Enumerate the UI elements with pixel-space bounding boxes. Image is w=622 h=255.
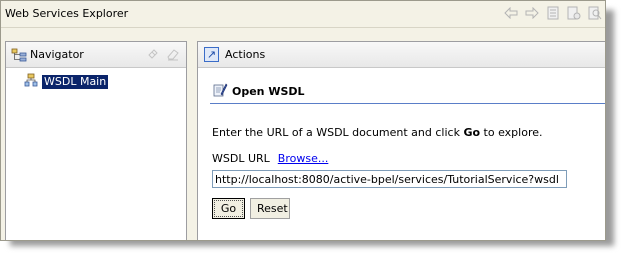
- document-settings-icon[interactable]: [566, 5, 582, 21]
- instructions-go: Go: [463, 126, 481, 139]
- tree-item-label: WSDL Main: [42, 74, 109, 89]
- open-wsdl-title: Open WSDL: [232, 85, 305, 98]
- actions-pane: ↗ Actions Open WSDL Enter the URL of a W…: [197, 41, 605, 240]
- section-divider: [210, 103, 605, 104]
- link-icon[interactable]: [146, 47, 160, 64]
- title-bar: Web Services Explorer: [1, 1, 605, 28]
- actions-header: ↗ Actions: [198, 42, 605, 68]
- tree-hierarchy-icon: [24, 73, 38, 90]
- navigator-header: Navigator: [6, 42, 186, 68]
- tree-item-wsdl-main[interactable]: WSDL Main: [24, 73, 109, 90]
- navigator-tools: [146, 47, 180, 64]
- actions-title: Actions: [225, 48, 266, 61]
- instructions-prefix: Enter the URL of a WSDL document and cli…: [212, 126, 460, 139]
- back-arrow-icon[interactable]: [503, 5, 519, 21]
- go-button[interactable]: Go: [212, 198, 245, 219]
- wsdl-url-label: WSDL URL: [212, 152, 270, 165]
- eraser-icon[interactable]: [166, 47, 180, 64]
- actions-icon: ↗: [204, 47, 219, 62]
- toolbar: [503, 5, 603, 21]
- wsdl-url-input[interactable]: [212, 170, 567, 188]
- navigator-pane: Navigator WSDL Main: [5, 41, 187, 240]
- instructions-text: Enter the URL of a WSDL document and cli…: [212, 126, 542, 139]
- navigator-title: Navigator: [30, 48, 84, 61]
- navigator-icon: [11, 47, 27, 63]
- web-services-explorer-window: Web Services Explorer Navigator WSDL Mai…: [0, 0, 606, 241]
- search-document-icon[interactable]: [587, 5, 603, 21]
- reset-button[interactable]: Reset: [250, 198, 290, 219]
- window-title: Web Services Explorer: [5, 7, 129, 20]
- document-icon[interactable]: [545, 5, 561, 21]
- wsdl-url-row: WSDL URL Browse...: [212, 152, 328, 165]
- instructions-suffix: to explore.: [483, 126, 543, 139]
- browse-link[interactable]: Browse...: [278, 152, 329, 165]
- open-wsdl-icon: [212, 82, 228, 101]
- forward-arrow-icon[interactable]: [524, 5, 540, 21]
- open-wsdl-heading: Open WSDL: [212, 82, 305, 101]
